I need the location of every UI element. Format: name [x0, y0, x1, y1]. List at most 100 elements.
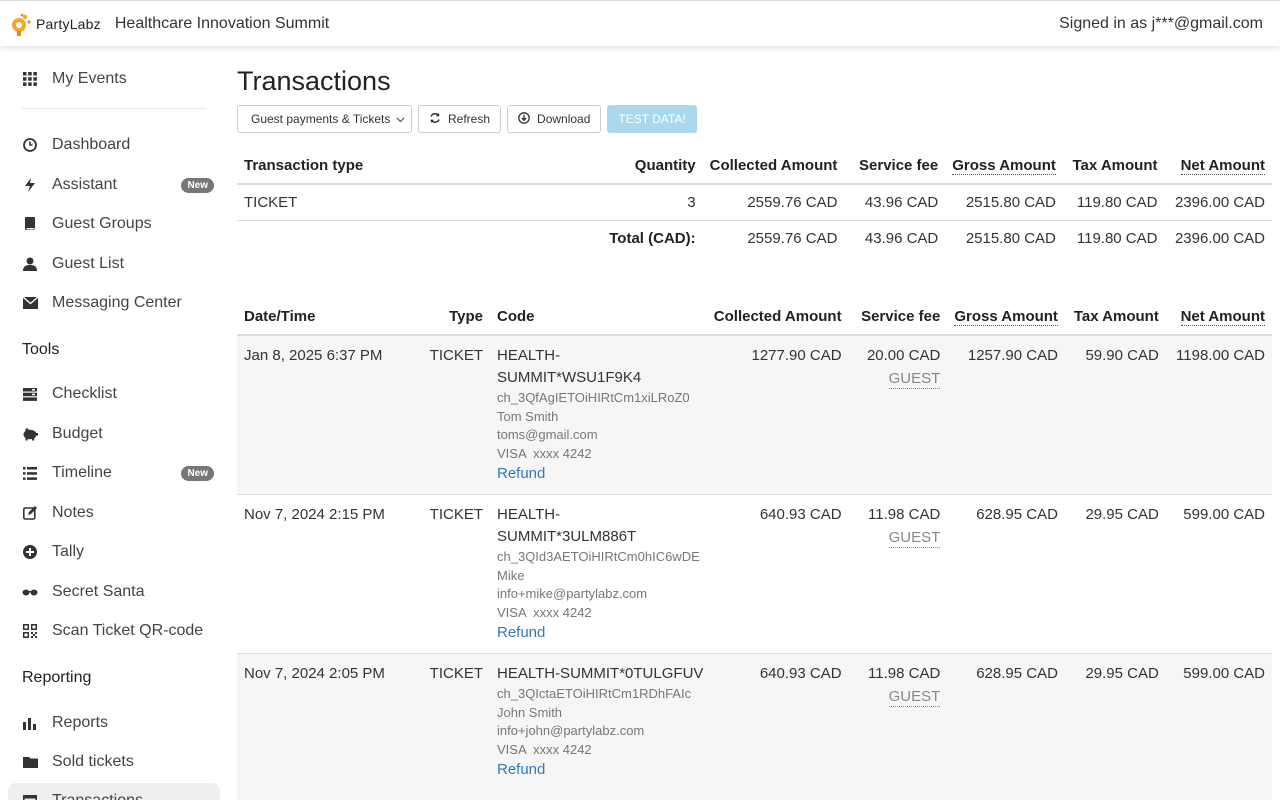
sidebar-item-messaging-center[interactable]: Messaging Center [8, 285, 220, 321]
service-fee-value: 11.98 CAD [868, 506, 941, 523]
sidebar-item-guest-list[interactable]: Guest List [8, 246, 220, 282]
sidebar-divider [22, 108, 206, 109]
cell-gross: 1257.90 CAD [947, 334, 1065, 495]
sidebar-item-label: Assistant [52, 176, 117, 193]
total-service: 43.96 CAD [844, 220, 946, 257]
sidebar-item-dashboard[interactable]: Dashboard [8, 127, 220, 163]
column-header: Code [490, 299, 707, 336]
total-row: Total (CAD): 2559.76 CAD 43.96 CAD 2515.… [237, 220, 1272, 257]
cell-net: 599.00 CAD [1165, 494, 1272, 654]
sidebar-item-label: Messaging Center [52, 294, 182, 311]
sidebar-item-notes[interactable]: Notes [8, 495, 220, 531]
sidebar-item-sold-tickets[interactable]: Sold tickets [8, 744, 220, 780]
sidebar-item-timeline[interactable]: Timeline New [8, 455, 220, 491]
sidebar-item-label: Reports [52, 714, 109, 731]
total-label: Total (CAD): [602, 220, 703, 257]
total-spacer [237, 220, 603, 257]
cell-quantity: 3 [602, 183, 703, 221]
top-navbar: PartyLabz Healthcare Innovation Summit S… [0, 0, 1280, 46]
page-title: Transactions [237, 66, 391, 96]
total-net: 2396.00 CAD [1164, 220, 1272, 257]
sidebar-item-transactions[interactable]: Transactions [8, 783, 220, 800]
sidebar-item-label: Dashboard [52, 136, 131, 153]
sidebar-item-label: Tally [52, 543, 85, 560]
column-header: Transaction type [237, 148, 603, 185]
net-amount-header: Net Amount [1180, 157, 1265, 175]
sidebar-item-scan-ticket[interactable]: Scan Ticket QR-code [8, 613, 220, 649]
refresh-button[interactable]: Refresh [418, 105, 502, 133]
total-collected: 2559.76 CAD [702, 220, 845, 257]
column-header: Date/Time [237, 299, 418, 336]
cell-gross: 628.95 CAD [947, 494, 1065, 654]
cell-tax: 29.95 CAD [1064, 653, 1166, 800]
payer-email: info+mike@partylabz.com [497, 586, 648, 601]
total-tax: 119.80 CAD [1062, 220, 1165, 257]
charge-id: ch_3QIctaETOiHIRtCm1RDhFAIc [497, 686, 692, 701]
column-header: Service fee [844, 148, 946, 185]
refund-link[interactable]: Refund [497, 759, 700, 781]
cell-gross: 2515.80 CAD [945, 183, 1063, 221]
sidebar-item-label: Checklist [52, 385, 117, 402]
section-title-reporting: Reporting [22, 669, 92, 686]
test-data-button[interactable]: TEST DATA! [607, 105, 697, 133]
cell-service: 20.00 CAD GUEST [848, 334, 948, 495]
gross-amount-header: Gross Amount [954, 308, 1058, 326]
sidebar-item-label: Sold tickets [52, 753, 134, 770]
signed-in-user[interactable]: Signed in as j***@gmail.com [1059, 15, 1263, 33]
cell-collected: 640.93 CAD [706, 653, 849, 800]
list-icon [22, 386, 38, 402]
sidebar-item-tally[interactable]: Tally [8, 534, 220, 570]
toolbar: Guest payments & Tickets Refresh Downloa… [237, 105, 697, 133]
column-header: Tax Amount [1062, 148, 1165, 185]
timeline-icon [22, 465, 38, 481]
net-amount-header: Net Amount [1180, 308, 1265, 326]
total-gross: 2515.80 CAD [945, 220, 1063, 257]
refund-link[interactable]: Refund [497, 463, 700, 485]
sidebar-item-assistant[interactable]: Assistant New [8, 167, 220, 203]
sidebar-item-secret-santa[interactable]: Secret Santa [8, 574, 220, 610]
download-icon [518, 111, 530, 127]
cell-date: Nov 7, 2024 2:15 PM [237, 494, 418, 654]
partylabz-logo[interactable]: PartyLabz [10, 12, 101, 36]
download-button[interactable]: Download [507, 105, 602, 133]
cell-date: Nov 7, 2024 2:05 PM [237, 653, 418, 800]
payer-email: info+john@partylabz.com [497, 723, 645, 738]
sidebar-item-reports[interactable]: Reports [8, 705, 220, 741]
select-value: Guest payments & Tickets [251, 112, 391, 126]
event-title: Healthcare Innovation Summit [114, 14, 330, 32]
sidebar-item-label: Budget [52, 425, 103, 442]
fee-payer-label: GUEST [888, 688, 941, 707]
card-info: VISA xxxx 4242 [497, 741, 592, 757]
sidebar-item-label: Timeline [52, 464, 112, 481]
cell-code: HEALTH-SUMMIT*WSU1F9K4 ch_3QfAgIETOiHIRt… [490, 334, 707, 495]
sidebar-item-budget[interactable]: Budget [8, 416, 220, 452]
refresh-label: Refresh [448, 112, 491, 126]
logo-icon [10, 12, 32, 36]
new-badge: New [181, 177, 214, 193]
table-icon [22, 793, 38, 800]
cell-net: 1198.00 CAD [1165, 334, 1272, 495]
cell-type: TICKET [417, 334, 490, 495]
column-header: Type [417, 299, 490, 336]
transactions-table: Date/Time Type Code Collected Amount Ser… [237, 299, 1272, 800]
column-header: Service fee [848, 299, 948, 336]
table-row: Nov 7, 2024 2:05 PM TICKET HEALTH-SUMMIT… [237, 653, 1272, 800]
cell-service: 43.96 CAD [844, 183, 946, 221]
edit-icon [22, 505, 38, 521]
cell-collected: 1277.90 CAD [706, 334, 849, 495]
sidebar-item-checklist[interactable]: Checklist [8, 376, 220, 412]
sidebar-item-my-events[interactable]: My Events [8, 61, 220, 97]
column-header: Tax Amount [1064, 299, 1166, 336]
sidebar-item-label: Scan Ticket QR-code [52, 622, 204, 639]
table-row: Jan 8, 2025 6:37 PM TICKET HEALTH-SUMMIT… [237, 334, 1272, 495]
transaction-filter-select[interactable]: Guest payments & Tickets [237, 105, 412, 133]
service-fee-value: 20.00 CAD [866, 347, 941, 364]
new-badge: New [181, 465, 214, 481]
refund-link[interactable]: Refund [497, 622, 700, 644]
sidebar-item-label: Transactions [52, 792, 220, 800]
sidebar-item-guest-groups[interactable]: Guest Groups [8, 206, 220, 242]
bolt-icon [22, 177, 38, 193]
sidebar-item-label: My Events [52, 70, 127, 87]
fee-payer-label: GUEST [888, 529, 941, 548]
cell-type: TICKET [417, 494, 490, 654]
